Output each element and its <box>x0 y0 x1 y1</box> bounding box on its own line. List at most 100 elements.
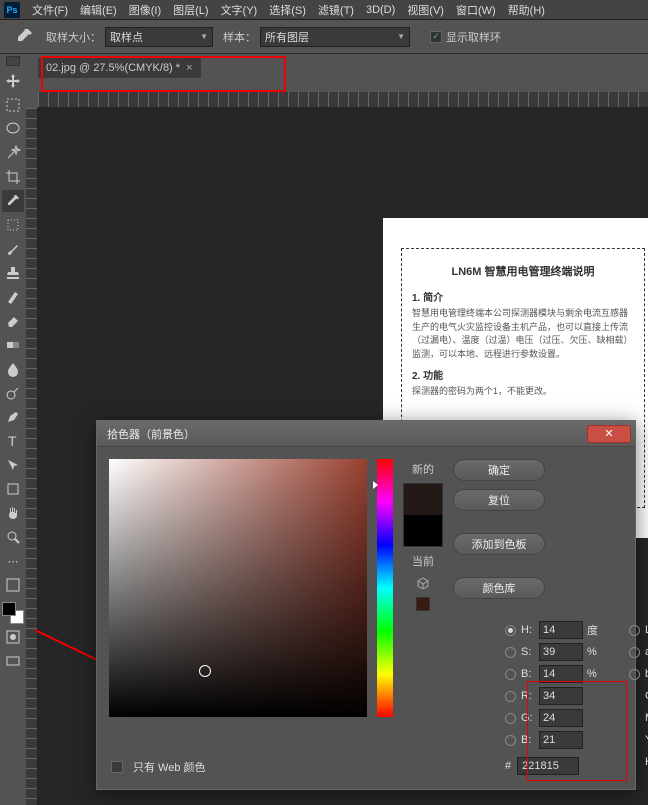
menu-help[interactable]: 帮助(H) <box>502 2 551 18</box>
input-s[interactable] <box>539 643 583 661</box>
history-brush-tool[interactable] <box>2 286 24 308</box>
sample-layer-value: 所有图层 <box>265 29 309 45</box>
web-only-checkbox[interactable] <box>111 761 123 773</box>
marquee-tool[interactable] <box>2 94 24 116</box>
radio-r[interactable] <box>505 691 516 702</box>
svg-text:T: T <box>8 433 17 449</box>
label-bb: B: <box>521 734 537 746</box>
unit-bv: % <box>587 668 605 680</box>
input-hex[interactable] <box>517 757 579 775</box>
close-tab-icon[interactable]: × <box>186 62 192 74</box>
menu-select[interactable]: 选择(S) <box>263 2 312 18</box>
dodge-tool[interactable] <box>2 382 24 404</box>
eyedropper-tool-icon[interactable] <box>14 27 34 47</box>
foreground-swatch[interactable] <box>2 602 16 616</box>
color-compare <box>403 483 443 547</box>
doc-para-1: 智慧用电管理终端本公司探测器模块与剩余电流互感器生产的电气火灾监控设备主机产品，… <box>412 307 634 361</box>
lab-cmyk-grid: L: a: b: C:% M:% Y:% K:% <box>629 621 648 771</box>
color-library-button[interactable]: 颜色库 <box>453 577 545 599</box>
document-tabbar: 02.jpg @ 27.5%(CMYK/8) * × <box>38 56 201 80</box>
doc-heading-1: 1. 简介 <box>412 289 634 304</box>
gradient-tool[interactable] <box>2 334 24 356</box>
sample-size-dropdown[interactable]: 取样点 ▼ <box>105 27 213 47</box>
input-bb[interactable] <box>539 731 583 749</box>
reset-button[interactable]: 复位 <box>453 489 545 511</box>
radio-b[interactable] <box>629 669 640 680</box>
type-tool[interactable]: T <box>2 430 24 452</box>
input-g[interactable] <box>539 709 583 727</box>
shape-tool[interactable] <box>2 478 24 500</box>
menu-edit[interactable]: 编辑(E) <box>74 2 123 18</box>
new-color-swatch[interactable] <box>404 484 442 515</box>
healing-tool[interactable] <box>2 214 24 236</box>
stamp-tool[interactable] <box>2 262 24 284</box>
menu-window[interactable]: 窗口(W) <box>450 2 502 18</box>
close-button[interactable]: ✕ <box>587 425 631 443</box>
menu-filter[interactable]: 滤镜(T) <box>312 2 360 18</box>
menu-type[interactable]: 文字(Y) <box>215 2 264 18</box>
sample-size-label: 取样大小： <box>46 29 101 45</box>
hue-slider[interactable] <box>377 459 393 717</box>
pen-tool[interactable] <box>2 406 24 428</box>
add-swatch-button[interactable]: 添加到色板 <box>453 533 545 555</box>
hue-slider-thumb[interactable] <box>373 481 378 489</box>
unit-h: 度 <box>587 622 605 638</box>
sidebar-collapse-handle[interactable] <box>6 56 20 66</box>
input-bv[interactable] <box>539 665 583 683</box>
app-logo: Ps <box>4 2 20 18</box>
radio-g[interactable] <box>505 713 516 724</box>
menu-image[interactable]: 图像(I) <box>123 2 167 18</box>
eyedropper-tool[interactable] <box>2 190 24 212</box>
radio-h[interactable] <box>505 625 516 636</box>
tool-sidebar: T ⋯ <box>0 54 26 672</box>
color-swatches[interactable] <box>2 602 24 624</box>
radio-bv[interactable] <box>505 669 516 680</box>
unit-s: % <box>587 646 605 658</box>
menu-3d[interactable]: 3D(D) <box>360 4 401 16</box>
move-tool[interactable] <box>2 70 24 92</box>
hand-tool[interactable] <box>2 502 24 524</box>
dialog-titlebar[interactable]: 拾色器（前景色） ✕ <box>97 421 635 447</box>
document-tab[interactable]: 02.jpg @ 27.5%(CMYK/8) * × <box>38 58 201 78</box>
input-r[interactable] <box>539 687 583 705</box>
dialog-title-text: 拾色器（前景色） <box>107 426 195 442</box>
doc-heading-2: 2. 功能 <box>412 367 634 382</box>
lasso-tool[interactable] <box>2 118 24 140</box>
ok-button[interactable]: 确定 <box>453 459 545 481</box>
screenmode-tool[interactable] <box>2 650 24 672</box>
more-tools[interactable]: ⋯ <box>2 550 24 572</box>
radio-s[interactable] <box>505 647 516 658</box>
show-ring-checkbox[interactable]: ✓ <box>430 31 442 43</box>
radio-l[interactable] <box>629 625 640 636</box>
blur-tool[interactable] <box>2 358 24 380</box>
doc-title: LN6M 智慧用电管理终端说明 <box>412 263 634 279</box>
color-field[interactable] <box>109 459 367 717</box>
edit-toolbar[interactable] <box>2 574 24 596</box>
ruler-horizontal[interactable] <box>38 92 648 108</box>
new-color-label: 新的 <box>412 461 434 477</box>
color-field-cursor <box>199 665 211 677</box>
path-tool[interactable] <box>2 454 24 476</box>
sample-layer-dropdown[interactable]: 所有图层 ▼ <box>260 27 410 47</box>
quickmask-tool[interactable] <box>2 626 24 648</box>
hex-label: # <box>505 760 511 772</box>
brush-tool[interactable] <box>2 238 24 260</box>
radio-bb[interactable] <box>505 735 516 746</box>
zoom-tool[interactable] <box>2 526 24 548</box>
ruler-vertical[interactable] <box>26 108 38 805</box>
hex-row: # <box>505 757 579 775</box>
menu-file[interactable]: 文件(F) <box>26 2 74 18</box>
gamut-swatch[interactable] <box>416 597 430 611</box>
menu-view[interactable]: 视图(V) <box>401 2 450 18</box>
chevron-down-icon: ▼ <box>397 32 405 41</box>
radio-a[interactable] <box>629 647 640 658</box>
menu-layer[interactable]: 图层(L) <box>167 2 214 18</box>
cube-icon[interactable] <box>417 577 429 589</box>
eraser-tool[interactable] <box>2 310 24 332</box>
label-r: R: <box>521 690 537 702</box>
web-only-label: 只有 Web 颜色 <box>133 759 206 775</box>
wand-tool[interactable] <box>2 142 24 164</box>
input-h[interactable] <box>539 621 583 639</box>
current-color-swatch[interactable] <box>404 515 442 546</box>
crop-tool[interactable] <box>2 166 24 188</box>
